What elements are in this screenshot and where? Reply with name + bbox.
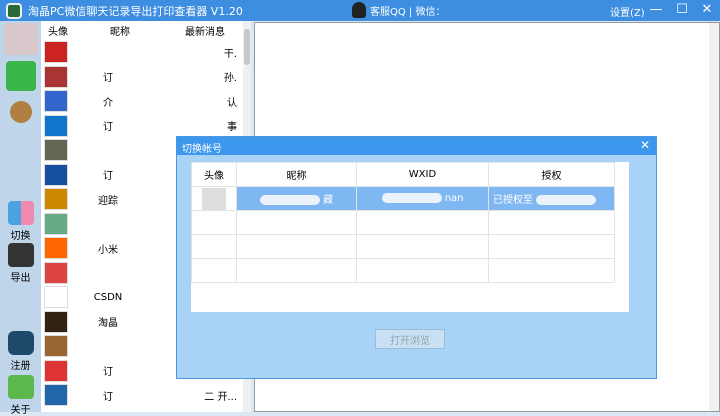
chat-scrollbar[interactable]	[709, 23, 719, 411]
account-table: 头像 昵称 WXID 授权 藏 nan 已授权至	[191, 162, 629, 312]
register-label: 注册	[10, 361, 31, 372]
contact-nick: 介	[103, 97, 113, 109]
contact-avatar	[44, 65, 68, 88]
close-button[interactable]: ✕	[697, 2, 717, 17]
export-button[interactable]: 导出	[2, 243, 39, 284]
scroll-thumb[interactable]	[244, 29, 250, 65]
header-avatar: 头像	[48, 27, 68, 38]
about-label: 关于	[10, 405, 31, 416]
shield-icon	[7, 331, 34, 355]
dialog-titlebar: 切换帐号 ✕	[177, 137, 656, 155]
last-message: 事	[227, 122, 237, 134]
contact-avatar	[44, 163, 68, 186]
contact-nick: 订	[103, 122, 113, 134]
list-item[interactable]: 介认	[41, 89, 251, 114]
contact-avatar	[44, 139, 68, 162]
list-item[interactable]: 订事	[41, 114, 251, 139]
account-row[interactable]: 藏 nan 已授权至	[191, 186, 615, 211]
list-header: 头像 昵称 最新消息	[41, 21, 251, 40]
list-item[interactable]: 订 孙.	[41, 65, 251, 90]
col-wxid: WXID	[356, 162, 489, 187]
account-auth: 已授权至	[493, 195, 533, 206]
sidebar: 切换 导出 注册 关于	[0, 21, 41, 416]
about-button[interactable]: 关于	[2, 375, 39, 416]
switch-label: 切换	[10, 231, 31, 242]
last-message: 干.	[223, 48, 237, 60]
users-icon	[7, 201, 34, 225]
last-message: 认	[227, 97, 237, 109]
headset-icon	[352, 2, 366, 18]
maximize-button[interactable]: ☐	[672, 2, 692, 17]
customer-service: 客服QQ | 微信：	[352, 2, 445, 18]
folder-export-icon	[7, 243, 34, 267]
contacts-button[interactable]	[2, 101, 39, 125]
contact-avatar	[44, 335, 68, 358]
account-nick: 藏	[323, 195, 334, 206]
last-message: 孙.	[223, 73, 237, 85]
app-logo-icon	[6, 2, 22, 19]
app-title: 淘晶PC微信聊天记录导出打印查看器 V1.20	[28, 4, 243, 18]
header-message: 最新消息	[185, 27, 225, 38]
col-avatar: 头像	[191, 162, 237, 187]
settings-menu[interactable]: 设置(Z)	[610, 4, 645, 19]
contact-icon	[9, 101, 32, 123]
contact-nick: 订	[103, 73, 113, 85]
contact-nick: 迎踪	[98, 195, 118, 207]
contact-avatar	[44, 310, 68, 333]
chats-button[interactable]	[2, 61, 39, 93]
dialog-close-button[interactable]: ✕	[640, 138, 650, 152]
dialog-title: 切换帐号	[182, 144, 222, 155]
col-auth: 授权	[488, 162, 615, 187]
contact-avatar	[44, 188, 68, 211]
avatar-image	[3, 23, 38, 55]
contact-nick: 订	[103, 391, 113, 403]
contact-avatar	[44, 41, 68, 64]
export-label: 导出	[10, 273, 31, 284]
contact-avatar	[44, 261, 68, 284]
col-nick: 昵称	[236, 162, 357, 187]
register-button[interactable]: 注册	[2, 331, 39, 372]
user-avatar[interactable]	[2, 23, 39, 57]
contact-nick: 淘晶	[98, 318, 118, 330]
header-nick: 昵称	[110, 27, 130, 38]
minimize-button[interactable]: —	[646, 2, 666, 17]
switch-button[interactable]: 切换	[2, 201, 39, 242]
contact-avatar	[44, 212, 68, 235]
info-icon	[7, 375, 34, 399]
account-avatar	[202, 187, 226, 210]
contact-nick: 订	[103, 367, 113, 379]
list-item[interactable]: 干.	[41, 40, 251, 65]
account-wxid: nan	[444, 193, 464, 204]
service-label: 客服QQ | 微信：	[370, 6, 446, 18]
contact-avatar	[44, 384, 68, 407]
contact-nick: 订	[103, 171, 113, 183]
open-browse-button[interactable]: 打开浏览	[375, 329, 445, 349]
chat-icon	[5, 61, 36, 91]
list-item[interactable]: 订 二 开...	[41, 383, 251, 408]
contact-nick: CSDN	[93, 291, 123, 303]
title-bar: 淘晶PC微信聊天记录导出打印查看器 V1.20 客服QQ | 微信： 设置(Z)…	[0, 0, 720, 21]
contact-nick: 小米	[98, 244, 118, 256]
contact-avatar	[44, 359, 68, 382]
contact-avatar	[44, 286, 68, 309]
contact-avatar	[44, 114, 68, 137]
switch-account-dialog: 切换帐号 ✕ 头像 昵称 WXID 授权 藏 nan 已授权至 打开浏览	[176, 136, 657, 379]
contact-avatar	[44, 237, 68, 260]
contact-avatar	[44, 90, 68, 113]
last-message: 二 开...	[204, 391, 237, 403]
